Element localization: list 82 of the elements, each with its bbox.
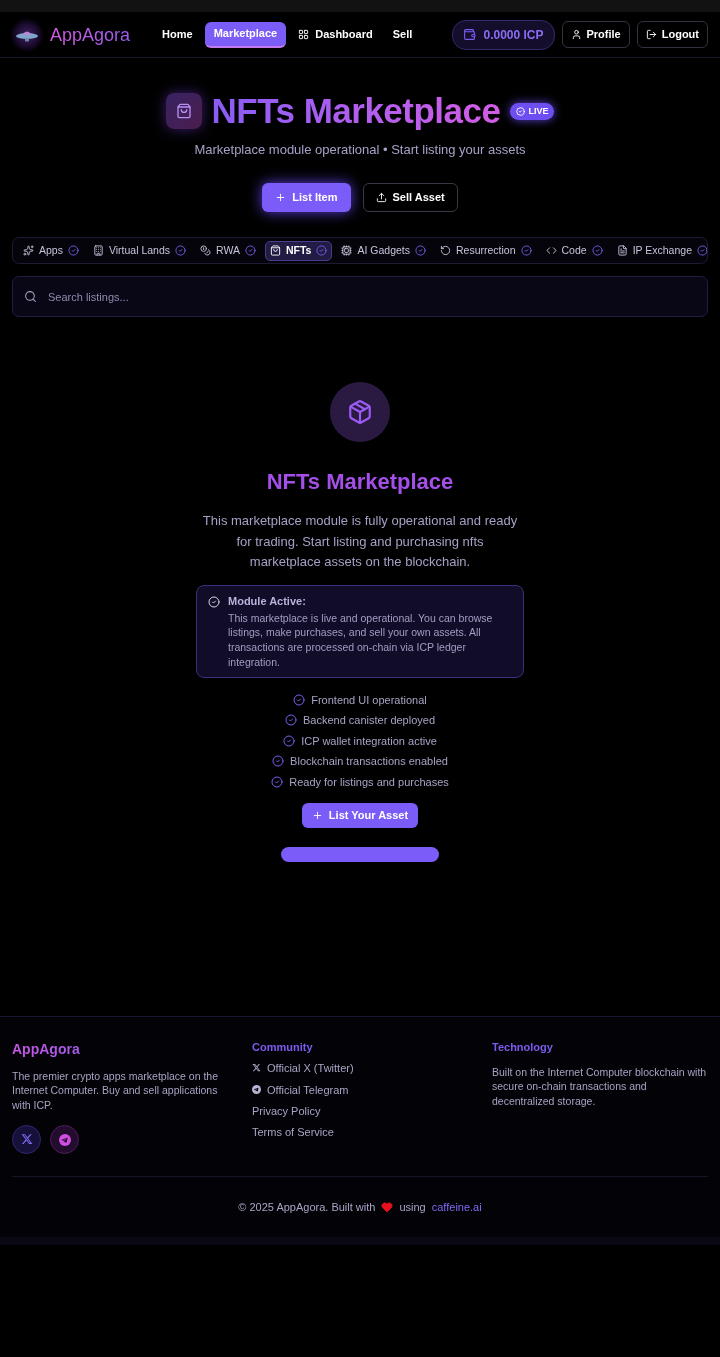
chip-icon [341, 245, 353, 256]
check-circle-icon [316, 245, 328, 256]
sell-asset-button[interactable]: Sell Asset [362, 183, 458, 212]
wallet-balance-button[interactable]: 0.0000 ICP [452, 19, 555, 50]
check-circle-icon [208, 595, 220, 608]
rotate-icon [440, 245, 451, 256]
nav-tab[interactable]: Sell [384, 21, 421, 48]
shopping-bag-icon [269, 245, 281, 256]
search-icon [24, 290, 37, 303]
category-tab[interactable]: AI Gadgets [336, 240, 431, 261]
telegram-icon [58, 1133, 71, 1146]
check-circle-icon [516, 106, 526, 116]
feature-text: Frontend UI operational [311, 692, 427, 707]
wallet-icon [463, 28, 477, 41]
category-tab[interactable]: IP Exchange [611, 240, 707, 261]
copyright-text: © 2025 AppAgora. Built with [238, 1200, 376, 1216]
feature-text: Ready for listings and purchases [289, 774, 449, 789]
x-logo-icon [20, 1134, 33, 1146]
footer-heading: Technology [492, 1039, 553, 1054]
check-circle-icon [591, 245, 603, 256]
category-tab[interactable]: Code [540, 240, 608, 261]
footer-brand-text: The premier crypto apps marketplace on the Internet Computer. Buy and sell applications with ICP. [12, 1068, 220, 1113]
footer-link[interactable]: Terms of Service [252, 1121, 334, 1143]
building-icon [92, 245, 104, 256]
user-icon [570, 29, 582, 40]
logout-icon [645, 29, 657, 40]
nav-tab[interactable]: Home [154, 21, 201, 48]
code-icon [545, 245, 557, 256]
x-social-button[interactable] [12, 1125, 41, 1155]
footer-link[interactable]: Privacy Policy [252, 1100, 321, 1122]
footer-technology-text: Built on the Internet Computer blockchain with secure on-chain transactions and decentralized storage. [492, 1064, 708, 1109]
nav-tab[interactable]: Marketplace [204, 21, 287, 48]
caffeine-link[interactable]: caffeine.ai [431, 1199, 482, 1216]
plus-icon [311, 809, 323, 821]
nav-tab[interactable]: Dashboard [290, 21, 381, 48]
feature-text: Backend canister deployed [302, 713, 436, 728]
category-tab[interactable]: Virtual Lands [87, 240, 192, 261]
list-item-button[interactable]: List Item [262, 183, 351, 212]
check-circle-icon [67, 245, 79, 256]
heart-icon [381, 1201, 394, 1214]
category-tab[interactable]: Resurrection [435, 240, 537, 261]
check-circle-icon [520, 245, 532, 256]
profile-button[interactable]: Profile [561, 21, 630, 48]
footer-link[interactable]: Official X (Twitter) [252, 1057, 354, 1080]
feature-text: Blockchain transactions enabled [290, 754, 448, 769]
page-subtitle: Marketplace module operational • Start listing your assets [194, 141, 526, 159]
category-tab[interactable]: RWA [195, 240, 261, 261]
check-circle-icon [415, 245, 426, 256]
check-circle-icon [272, 755, 285, 768]
list-asset-button[interactable]: List Your Asset [301, 802, 419, 828]
telegram-social-button[interactable] [50, 1125, 79, 1155]
notice-title: Module Active: [228, 593, 307, 609]
check-circle-icon [244, 245, 256, 256]
check-circle-icon [271, 775, 284, 788]
document-icon [616, 245, 628, 256]
coins-icon [200, 245, 212, 256]
check-circle-icon [293, 693, 306, 706]
grid-icon [298, 29, 310, 40]
plus-icon [275, 192, 287, 203]
badge-label: LIVE [528, 105, 549, 117]
module-title: NFTs Marketplace [266, 468, 454, 496]
category-tab[interactable]: Apps [18, 240, 84, 261]
check-circle-icon [284, 714, 297, 727]
category-tab[interactable]: NFTs [264, 240, 333, 261]
search-field[interactable]: Search listings... [12, 276, 708, 317]
sparkles-icon [23, 245, 34, 256]
empty-button[interactable] [281, 846, 439, 862]
shopping-bag-icon [165, 93, 202, 129]
footer-link[interactable]: Official Telegram [252, 1079, 349, 1101]
copyright-text: using [399, 1200, 426, 1216]
x-logo-icon [252, 1064, 261, 1073]
logo-icon [10, 17, 44, 52]
telegram-icon [252, 1085, 261, 1095]
module-description: This marketplace module is fully operational and ready for trading. Start listing and purchasing nfts marketplace assets on the blockchain. [201, 512, 519, 571]
logout-button[interactable]: Logout [636, 21, 708, 48]
footer-heading: Community [252, 1039, 313, 1054]
notice-text: This marketplace is live and operational. You can browse listings, make purchases, and sell your own assets. All transactions are processed on-chain via ICP ledger integration. [228, 610, 494, 670]
check-circle-icon [175, 245, 187, 256]
upload-icon [375, 192, 387, 203]
check-circle-icon [283, 734, 296, 747]
feature-text: ICP wallet integration active [301, 733, 437, 748]
cube-icon [330, 382, 390, 442]
